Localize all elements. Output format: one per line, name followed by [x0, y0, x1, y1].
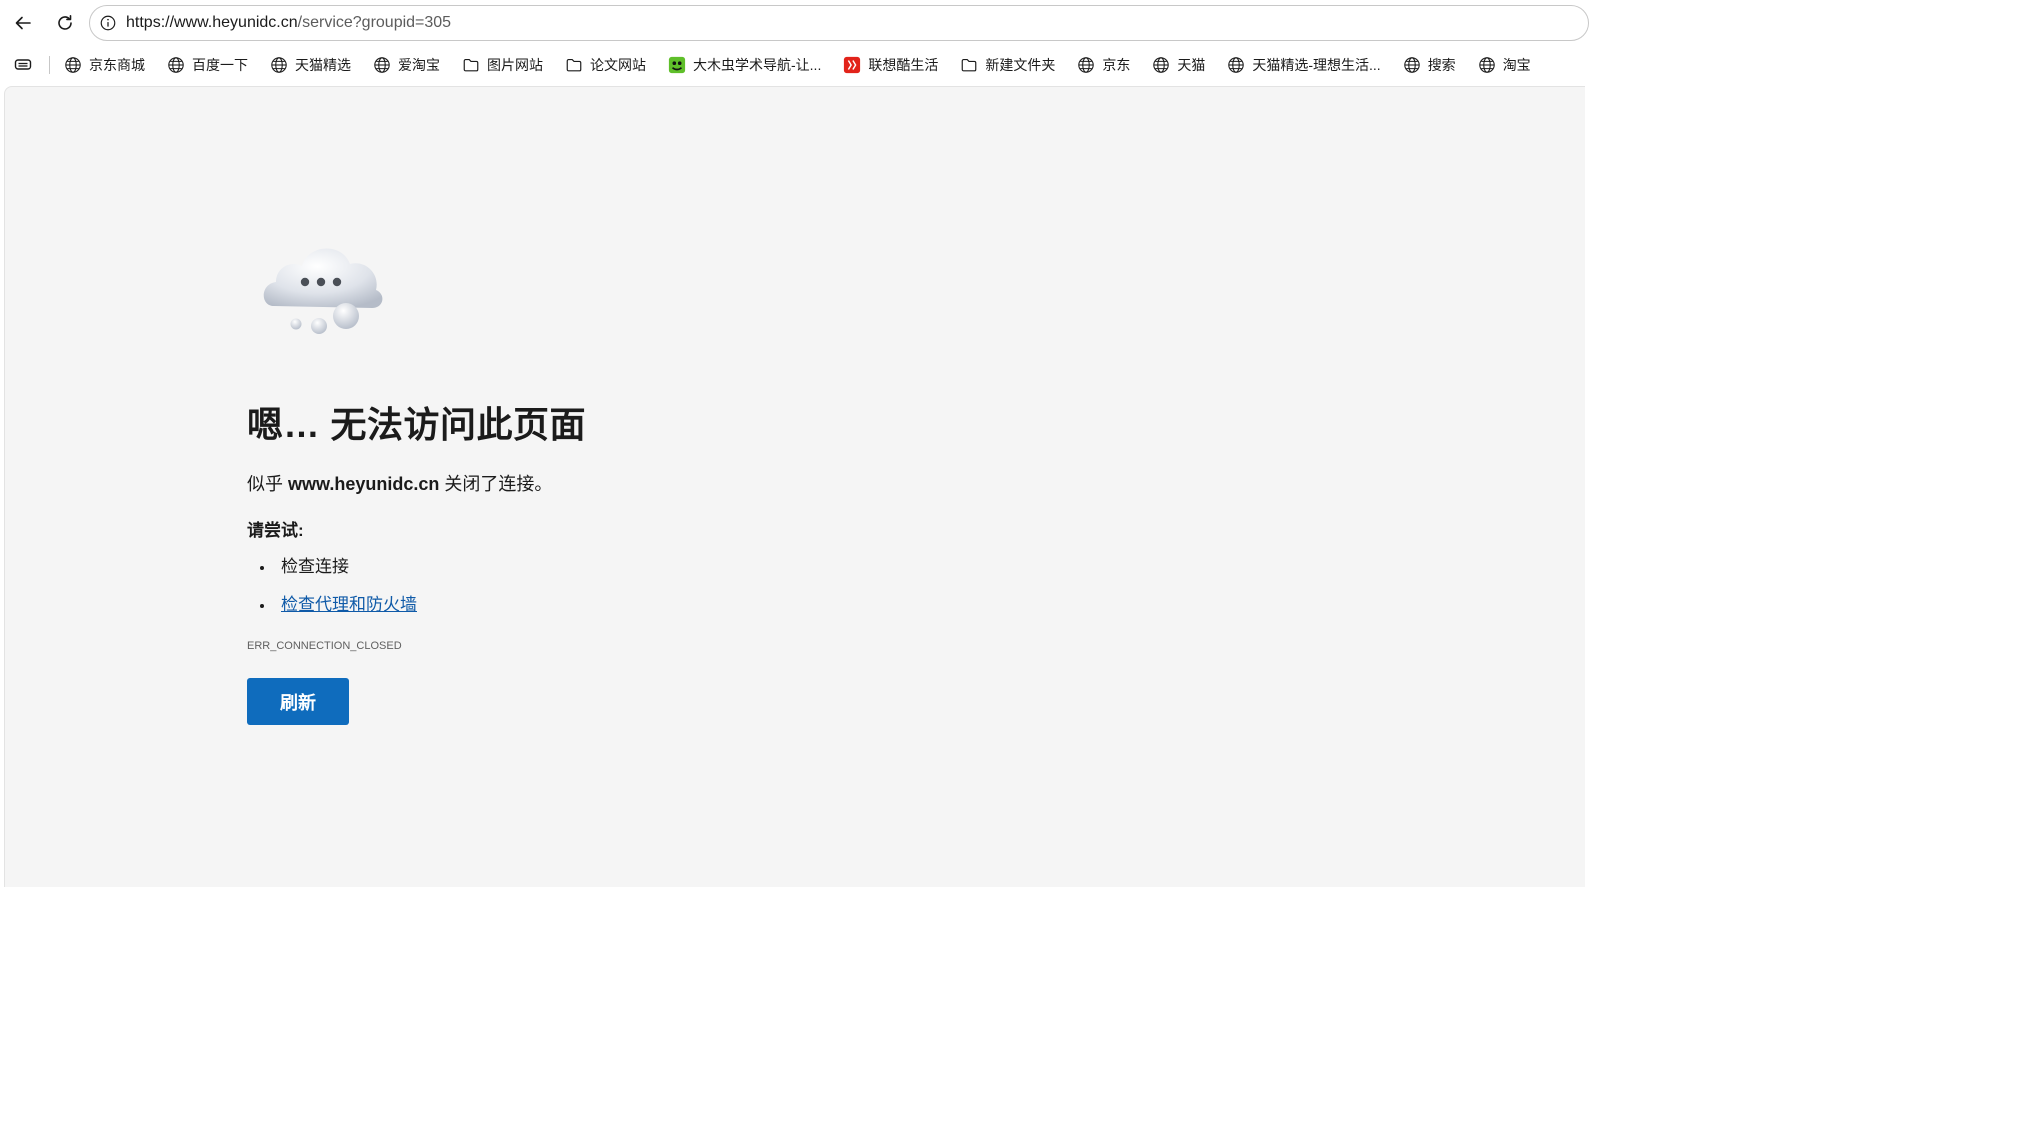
globe-icon	[64, 56, 82, 74]
globe-icon	[167, 56, 185, 74]
refresh-button[interactable]: 刷新	[247, 678, 349, 725]
globe-icon	[1152, 56, 1170, 74]
bookmark-label: 论文网站	[590, 57, 646, 73]
bookmark-label: 新建文件夹	[985, 57, 1056, 73]
folder-icon	[565, 56, 583, 74]
bookmark-item[interactable]: 淘宝	[1472, 51, 1537, 79]
url-host: https://www.heyunidc.cn	[126, 14, 298, 31]
globe-icon	[270, 56, 288, 74]
bookmark-label: 图片网站	[487, 57, 543, 73]
bookmark-label: 百度一下	[192, 57, 248, 73]
back-button[interactable]	[7, 7, 39, 39]
desc-prefix: 似乎	[247, 474, 289, 494]
bookmark-list: 京东商城 百度一下 天猫精选 爱淘宝 图片网站 论文网站 大木虫学术导航-让... 联想酷生活…	[58, 51, 1547, 79]
reload-button[interactable]	[49, 7, 81, 39]
bookmark-label: 天猫精选-理想生活...	[1252, 57, 1381, 73]
bookmark-label: 大木虫学术导航-让...	[693, 57, 822, 73]
suggestion-check-proxy: 检查代理和防火墙	[247, 592, 417, 630]
globe-icon	[373, 56, 391, 74]
bookmark-item[interactable]: 联想酷生活	[837, 51, 944, 79]
url-path: /service?groupid=305	[297, 14, 452, 31]
suggestion-check-connection: 检查连接	[247, 554, 417, 592]
globe-icon	[1227, 56, 1245, 74]
bookmark-item[interactable]: 论文网站	[559, 51, 652, 79]
bookmark-item[interactable]: 天猫	[1146, 51, 1211, 79]
bookmark-item[interactable]: 搜索	[1397, 51, 1462, 79]
bookmark-item[interactable]: 天猫精选-理想生活...	[1221, 51, 1386, 79]
error-page	[4, 86, 1585, 887]
error-title: 嗯… 无法访问此页面	[247, 404, 587, 445]
bookmarks-divider	[49, 56, 50, 74]
address-bar[interactable]: https://www.heyunidc.cn/service?groupid=…	[89, 5, 1589, 41]
bookmark-label: 京东商城	[89, 57, 145, 73]
arrow-left-icon	[15, 16, 31, 30]
cloud-icon	[263, 248, 383, 334]
suggestion-text: 检查连接	[281, 557, 349, 576]
globe-icon	[1478, 56, 1496, 74]
error-code: ERR_CONNECTION_CLOSED	[247, 640, 402, 652]
folder-icon	[462, 56, 480, 74]
bookmark-item[interactable]: 大木虫学术导航-让...	[662, 51, 827, 79]
bookmark-item[interactable]: 百度一下	[161, 51, 254, 79]
bookmark-label: 爱淘宝	[398, 57, 440, 73]
bookmark-item[interactable]: 天猫精选	[264, 51, 357, 79]
try-label: 请尝试:	[247, 521, 304, 540]
bookmark-label: 联想酷生活	[868, 57, 939, 73]
bookmark-item[interactable]: 图片网站	[456, 51, 549, 79]
suggestion-list: 检查连接 检查代理和防火墙	[247, 554, 417, 630]
bookmark-label: 淘宝	[1502, 57, 1531, 73]
bookmark-item[interactable]: 京东商城	[58, 51, 151, 79]
error-description: 似乎 www.heyunidc.cn 关闭了连接。	[247, 470, 552, 496]
desc-host: www.heyunidc.cn	[288, 474, 440, 494]
globe-icon	[1077, 56, 1095, 74]
bookmark-label: 京东	[1102, 57, 1131, 73]
bookmark-item[interactable]: 爱淘宝	[367, 51, 446, 79]
check-proxy-firewall-link[interactable]: 检查代理和防火墙	[281, 595, 417, 614]
bookmark-item[interactable]: 京东	[1071, 51, 1136, 79]
folder-icon	[960, 56, 978, 74]
bookmark-label: 搜索	[1427, 57, 1456, 73]
site-info-icon[interactable]	[98, 13, 118, 33]
damuchong-icon	[668, 56, 686, 74]
bookmark-label: 天猫精选	[295, 57, 351, 73]
desc-suffix: 关闭了连接。	[439, 474, 553, 494]
lenovo-icon	[843, 56, 861, 74]
browser-toolbar: https://www.heyunidc.cn/service?groupid=…	[0, 0, 1589, 46]
bookmark-label: 天猫	[1177, 57, 1206, 73]
refresh-icon	[58, 15, 72, 30]
globe-icon	[1403, 56, 1421, 74]
bookmarks-bar: 京东商城 百度一下 天猫精选 爱淘宝 图片网站 论文网站 大木虫学术导航-让... 联想酷生活…	[0, 46, 1568, 84]
collections-icon[interactable]	[9, 51, 37, 79]
url-text[interactable]: https://www.heyunidc.cn/service?groupid=…	[126, 14, 451, 32]
bookmark-item[interactable]: 新建文件夹	[954, 51, 1061, 79]
